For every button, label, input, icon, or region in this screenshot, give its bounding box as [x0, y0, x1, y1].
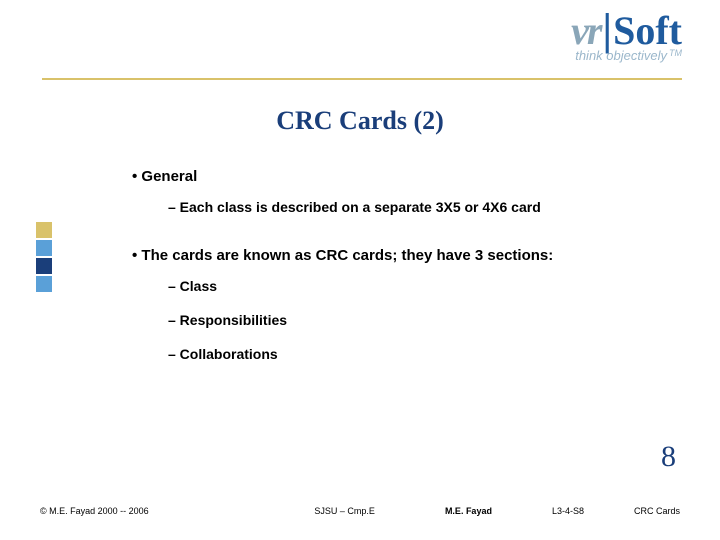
bullet-level-2: – Each class is described on a separate … — [168, 199, 620, 215]
footer-copyright: © M.E. Fayad 2000 -- 2006 — [40, 506, 149, 516]
logo-tagline-text: think objectively — [575, 48, 667, 63]
footer-code: L3-4-S8 — [552, 506, 584, 516]
bullet-level-1: • General — [132, 168, 620, 185]
logo-tagline: think objectivelyTM — [571, 48, 682, 63]
slide: vr | Soft think objectivelyTM CRC Cards … — [0, 0, 720, 540]
side-decoration — [36, 222, 52, 294]
deco-square — [36, 240, 52, 256]
logo-main: vr | Soft — [571, 8, 682, 52]
footer-author: M.E. Fayad — [445, 506, 492, 516]
bullet-level-1: • The cards are known as CRC cards; they… — [132, 247, 620, 264]
page-number: 8 — [661, 440, 676, 474]
spacer — [132, 233, 620, 247]
logo-bar-text: | — [602, 8, 612, 52]
bullet-level-2: – Class — [168, 278, 620, 294]
logo-vr-text: vr — [571, 11, 600, 51]
deco-square — [36, 258, 52, 274]
logo-tm: TM — [669, 48, 682, 58]
logo-soft-text: Soft — [613, 11, 682, 51]
content: • General – Each class is described on a… — [132, 168, 620, 380]
footer: © M.E. Fayad 2000 -- 2006 SJSU – Cmp.E M… — [40, 506, 680, 516]
bullet-level-2: – Responsibilities — [168, 312, 620, 328]
footer-topic: CRC Cards — [634, 506, 680, 516]
bullet-level-2: – Collaborations — [168, 346, 620, 362]
logo: vr | Soft think objectivelyTM — [571, 8, 682, 63]
deco-square — [36, 222, 52, 238]
footer-spacer — [149, 506, 315, 516]
deco-square — [36, 276, 52, 292]
slide-title: CRC Cards (2) — [0, 106, 720, 136]
divider — [42, 78, 682, 80]
footer-school: SJSU – Cmp.E — [314, 506, 375, 516]
